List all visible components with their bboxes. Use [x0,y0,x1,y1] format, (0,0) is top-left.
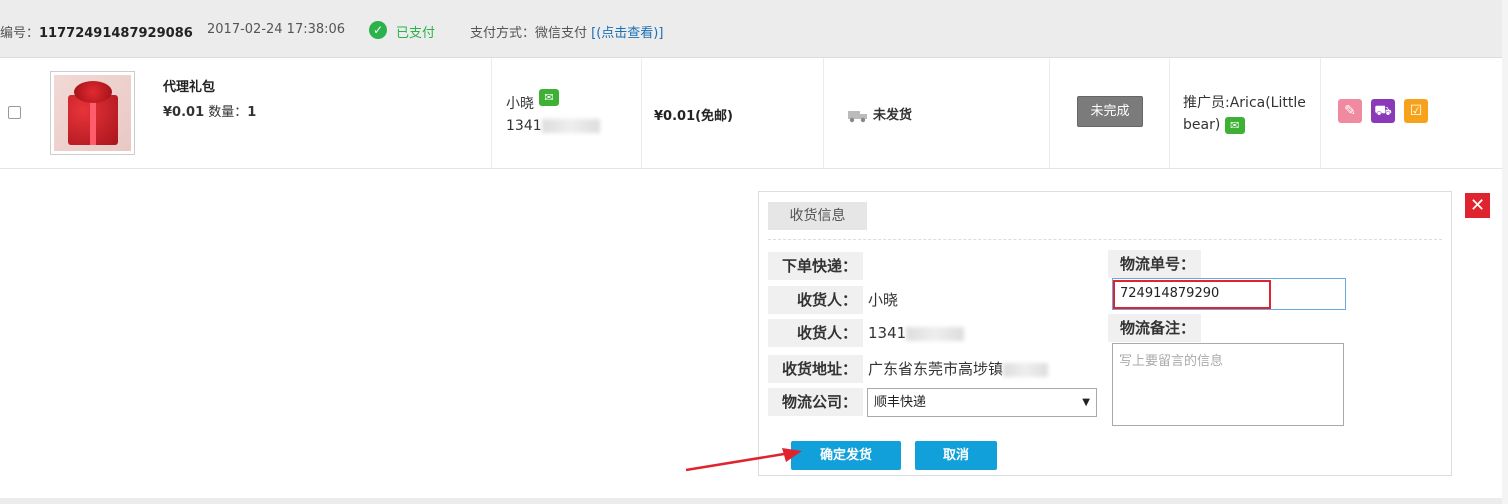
panel-title: 收货信息 [768,202,867,230]
edit-icon[interactable]: ✎ [1338,99,1362,123]
wechat-icon[interactable]: ✉ [1224,116,1245,134]
company-label: 物流公司： [768,388,863,416]
gift-box-image [54,75,131,151]
car-icon[interactable]: ⛟ [1371,99,1395,123]
check-circle-icon: ✓ [369,21,387,39]
note-label: 物流备注： [1108,314,1201,342]
pay-method: 支付方式：微信支付 [(点击查看)] [470,26,664,41]
order-row: 代理礼包 ¥0.01 数量：1 小晓 ✉ 1341 ¥0.01(免邮) 未发货 … [0,58,1502,169]
tracking-highlight [1113,280,1271,309]
view-payment-link[interactable]: [(点击查看)] [591,26,663,41]
order-number: 编号：11772491487929086 [0,26,193,41]
shipping-state: 未发货 [848,104,912,123]
address-label: 收货地址： [768,355,863,383]
product-name: 代理礼包 [163,80,216,95]
status-button[interactable]: 未完成 [1077,96,1143,127]
cancel-button[interactable]: 取消 [915,441,997,470]
company-select[interactable]: 顺丰快递 ▼ [867,388,1097,417]
buyer-phone: 1341 [506,118,600,134]
chevron-down-icon: ▼ [1082,397,1090,408]
paid-status: 已支付 [396,26,436,41]
product-meta: ¥0.01 数量：1 [163,105,257,120]
order-header: 编号：11772491487929086 2017-02-24 17:38:06… [0,0,1502,58]
wechat-icon[interactable]: ✉ [539,89,559,106]
express-label: 下单快递： [768,252,863,280]
truck-icon [848,110,867,122]
shipping-panel: 收货信息 下单快递： 收货人： 小晓 收货人： 1341 收货地址： 广东省东莞… [758,191,1452,476]
order-checkbox[interactable] [8,106,21,119]
confirm-ship-button[interactable]: 确定发货 [791,441,901,470]
order-datetime: 2017-02-24 17:38:06 [207,22,346,37]
note-textarea[interactable]: 写上要留言的信息 [1112,343,1344,426]
checklist-icon[interactable]: ☑ [1404,99,1428,123]
close-icon[interactable]: ✕ [1465,193,1490,218]
receiver-label: 收货人： [768,286,863,314]
pointer-arrow-icon [685,448,802,472]
phone-label: 收货人： [768,319,863,347]
promoter: 推广员:Arica(Little bear) ✉ [1183,95,1306,134]
tracking-label: 物流单号： [1108,250,1201,278]
order-amount: ¥0.01(免邮) [654,109,734,124]
product-thumbnail[interactable] [50,71,135,155]
buyer-name: 小晓 [506,96,534,112]
phone-value: 1341 [868,319,965,347]
receiver-value: 小晓 [868,291,899,309]
address-value: 广东省东莞市高埗镇 [868,355,1049,383]
